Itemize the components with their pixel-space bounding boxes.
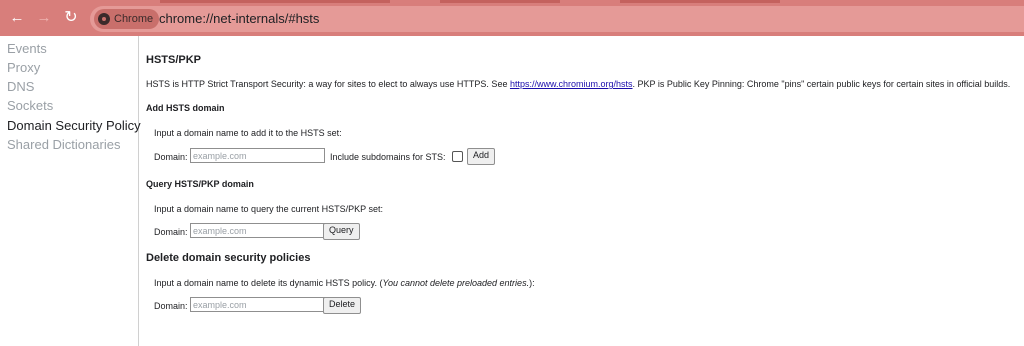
page-title: HSTS/PKP <box>146 54 202 66</box>
delete-description-note: You cannot delete preloaded entries. <box>382 278 530 288</box>
sidebar: Events Proxy DNS Sockets Domain Security… <box>0 36 141 346</box>
delete-description: Input a domain name to delete its dynami… <box>154 278 535 288</box>
chromium-hsts-link[interactable]: https://www.chromium.org/hsts <box>510 79 633 89</box>
toolbar-top-strip <box>440 0 560 3</box>
sidebar-item-domain-security-policy[interactable]: Domain Security Policy <box>7 118 141 133</box>
query-description: Input a domain name to query the current… <box>154 204 383 214</box>
sidebar-item-shared-dictionaries[interactable]: Shared Dictionaries <box>7 137 120 152</box>
query-button[interactable]: Query <box>323 223 360 240</box>
add-domain-label: Domain: <box>154 152 188 162</box>
intro-text: HSTS is HTTP Strict Transport Security: … <box>146 79 1010 89</box>
address-bar[interactable]: Chrome chrome://net-internals/#hsts <box>90 6 1024 32</box>
site-info-chip[interactable]: Chrome <box>94 9 160 29</box>
delete-description-start: Input a domain name to delete its dynami… <box>154 278 383 288</box>
sidebar-item-dns[interactable]: DNS <box>7 79 34 94</box>
browser-toolbar: ← → ↻ Chrome chrome://net-internals/#hst… <box>0 0 1024 36</box>
sidebar-item-events[interactable]: Events <box>7 41 47 56</box>
sidebar-item-sockets[interactable]: Sockets <box>7 98 53 113</box>
add-hsts-heading: Add HSTS domain <box>146 103 225 113</box>
intro-text-end: . PKP is Public Key Pinning: Chrome "pin… <box>632 79 1011 89</box>
delete-description-end: ): <box>529 278 535 288</box>
delete-heading: Delete domain security policies <box>146 252 311 264</box>
query-heading: Query HSTS/PKP domain <box>146 179 254 189</box>
delete-button[interactable]: Delete <box>323 297 362 314</box>
intro-text-start: HSTS is HTTP Strict Transport Security: … <box>146 79 510 89</box>
chip-label: Chrome <box>114 13 154 25</box>
reload-icon[interactable]: ↻ <box>61 8 81 28</box>
toolbar-top-strip <box>620 0 780 3</box>
delete-domain-label: Domain: <box>154 301 188 311</box>
sidebar-item-proxy[interactable]: Proxy <box>7 60 40 75</box>
toolbar-top-strip <box>160 0 390 3</box>
query-domain-input[interactable] <box>190 223 325 238</box>
query-domain-label: Domain: <box>154 227 188 237</box>
back-icon[interactable]: ← <box>7 8 27 28</box>
chrome-logo-icon <box>98 13 110 25</box>
url-text[interactable]: chrome://net-internals/#hsts <box>159 11 319 26</box>
add-domain-input[interactable] <box>190 148 325 163</box>
add-button[interactable]: Add <box>467 148 496 165</box>
forward-icon[interactable]: → <box>34 8 54 28</box>
include-subdomains-checkbox[interactable] <box>452 151 463 162</box>
include-subdomains-label: Include subdomains for STS: <box>330 152 446 162</box>
main-content: HSTS/PKP HSTS is HTTP Strict Transport S… <box>146 36 1024 346</box>
add-hsts-description: Input a domain name to add it to the HST… <box>154 128 342 138</box>
delete-domain-input[interactable] <box>190 297 325 312</box>
